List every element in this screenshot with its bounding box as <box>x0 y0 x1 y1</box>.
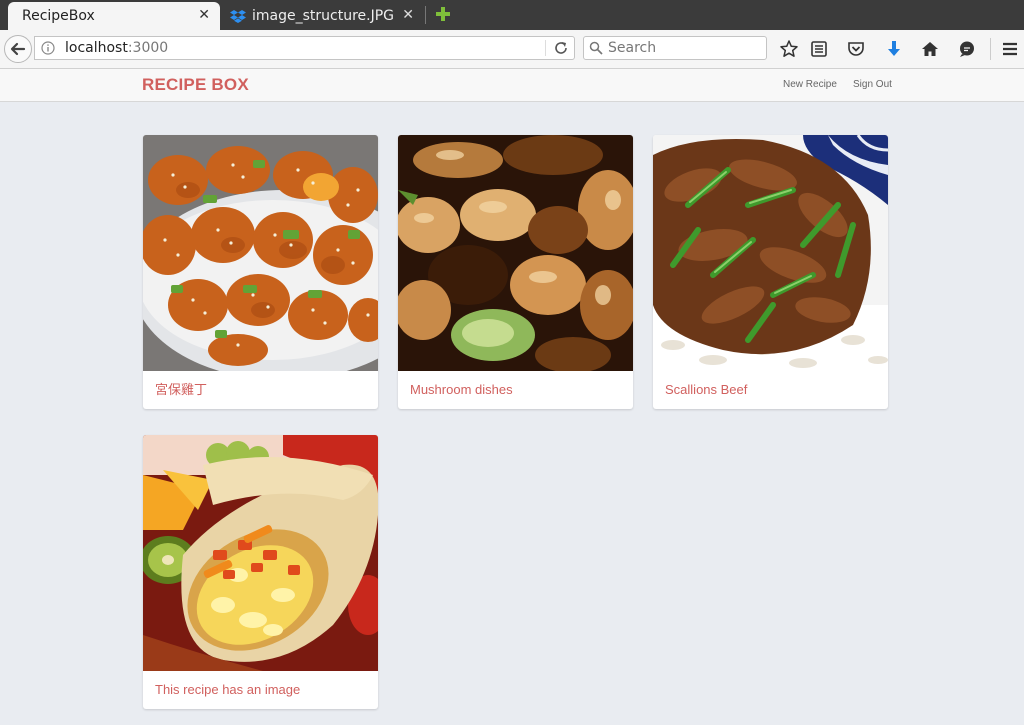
recipe-card[interactable]: This recipe has an image <box>143 435 378 709</box>
tab-image-structure[interactable]: image_structure.JPG ✕ <box>224 2 424 30</box>
new-recipe-link[interactable]: New Recipe <box>783 79 837 90</box>
recipe-card[interactable]: Mushroom dishes <box>398 135 633 409</box>
reader-view-icon[interactable] <box>809 39 829 59</box>
recipe-card[interactable]: Scallions Beef <box>653 135 888 409</box>
url-bar[interactable]: localhost:3000 <box>34 36 575 60</box>
search-placeholder: Search <box>608 40 657 56</box>
recipe-title[interactable]: This recipe has an image <box>143 671 378 709</box>
url-divider <box>545 40 546 56</box>
download-icon[interactable] <box>884 39 904 59</box>
tab-label: image_structure.JPG <box>252 8 395 24</box>
toolbar-divider <box>990 38 991 60</box>
recipe-image-scallions-beef[interactable] <box>653 135 888 371</box>
browser-tab-bar: RecipeBox ✕ image_structure.JPG ✕ <box>0 0 1024 30</box>
tab-recipebox[interactable]: RecipeBox ✕ <box>8 2 220 30</box>
recipe-title[interactable]: 宮保雞丁 <box>143 371 378 409</box>
recipe-image-burrito[interactable] <box>143 435 378 671</box>
bookmark-star-icon[interactable] <box>779 39 799 59</box>
sign-out-link[interactable]: Sign Out <box>853 79 892 90</box>
back-button[interactable] <box>4 35 32 63</box>
recipe-image-kung-pao-chicken[interactable] <box>143 135 378 371</box>
recipe-title[interactable]: Mushroom dishes <box>398 371 633 409</box>
chat-icon[interactable] <box>957 39 977 59</box>
search-bar[interactable]: Search <box>583 36 767 60</box>
url-host: localhost <box>65 40 128 56</box>
back-arrow-icon <box>10 42 26 56</box>
brand-logo[interactable]: RECIPE BOX <box>142 75 249 95</box>
recipe-card[interactable]: 宮保雞丁 <box>143 135 378 409</box>
hamburger-menu-icon[interactable] <box>1000 39 1020 59</box>
reload-icon[interactable] <box>553 40 569 56</box>
tab-divider <box>425 6 426 24</box>
info-icon[interactable] <box>41 41 55 55</box>
pocket-icon[interactable] <box>846 39 866 59</box>
recipe-title[interactable]: Scallions Beef <box>653 371 888 409</box>
tab-label: RecipeBox <box>22 8 95 24</box>
close-tab-icon[interactable]: ✕ <box>198 7 210 23</box>
browser-toolbar: localhost:3000 Search <box>0 30 1024 69</box>
recipe-image-mushroom-dishes[interactable] <box>398 135 633 371</box>
url-port: :3000 <box>127 40 169 56</box>
search-icon <box>589 41 603 55</box>
new-tab-plus-icon[interactable] <box>434 5 452 23</box>
app-header: RECIPE BOX New Recipe Sign Out <box>0 69 1024 102</box>
close-tab-icon[interactable]: ✕ <box>402 7 414 23</box>
url-text[interactable]: localhost:3000 <box>65 40 168 56</box>
dropbox-icon <box>230 10 246 23</box>
home-icon[interactable] <box>920 39 940 59</box>
